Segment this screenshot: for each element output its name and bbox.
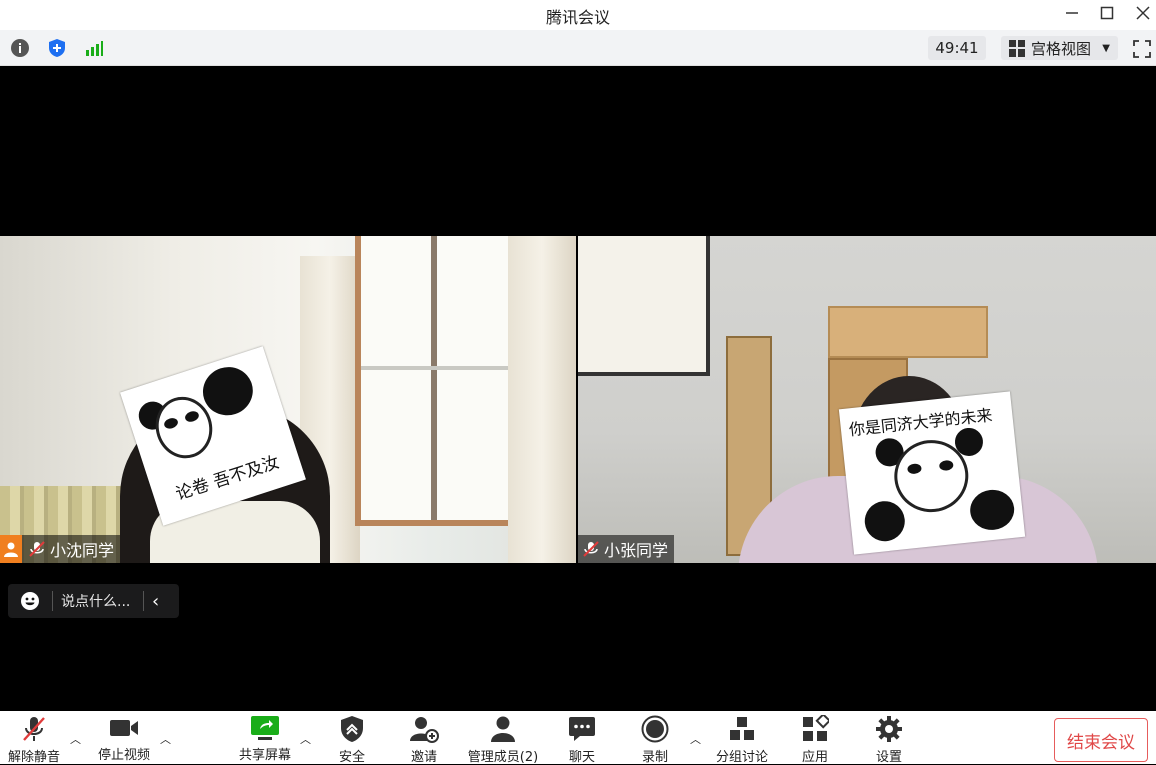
participant-name-tag: 小沈同学 bbox=[0, 535, 121, 563]
members-icon bbox=[488, 715, 518, 743]
info-icon[interactable] bbox=[9, 37, 31, 59]
manage-members-button[interactable]: 管理成员(2) bbox=[458, 715, 548, 765]
breakout-icon bbox=[727, 715, 757, 743]
record-icon bbox=[640, 715, 670, 743]
meeting-info-bar: 49:41 宫格视图 ▼ bbox=[0, 30, 1156, 66]
record-options-caret[interactable]: ︿ bbox=[690, 731, 701, 747]
maximize-button[interactable] bbox=[1089, 0, 1125, 26]
chevron-down-icon: ▼ bbox=[1102, 42, 1110, 54]
record-button[interactable]: 录制 bbox=[615, 715, 695, 765]
invite-label: 邀请 bbox=[410, 750, 437, 765]
apps-label: 应用 bbox=[801, 750, 828, 765]
shield-icon[interactable] bbox=[46, 37, 68, 59]
breakout-rooms-button[interactable]: 分组讨论 bbox=[702, 715, 782, 765]
unmute-label: 解除静音 bbox=[7, 750, 60, 765]
share-screen-label: 共享屏幕 bbox=[238, 748, 291, 763]
audio-options-caret[interactable]: ︿ bbox=[70, 731, 81, 747]
apps-icon bbox=[800, 715, 830, 743]
mic-muted-icon bbox=[19, 715, 49, 743]
window-title: 腾讯会议 bbox=[545, 8, 610, 27]
unmute-button[interactable]: 解除静音 bbox=[0, 715, 74, 765]
security-button[interactable]: 安全 bbox=[312, 715, 392, 765]
invite-button[interactable]: 邀请 bbox=[384, 715, 464, 765]
emoji-icon[interactable] bbox=[20, 591, 40, 611]
stop-video-label: 停止视频 bbox=[97, 748, 150, 763]
close-icon bbox=[1136, 6, 1150, 20]
mic-muted-icon bbox=[29, 541, 45, 557]
share-screen-button[interactable]: 共享屏幕 bbox=[225, 715, 305, 763]
video-options-caret[interactable]: ︿ bbox=[160, 731, 171, 747]
meeting-toolbar: 解除静音 ︿ 停止视频 ︿ 共享屏幕 ︿ 安全 邀请 管理成员(2) 聊天 录制… bbox=[0, 711, 1156, 765]
video-tile-participant-1[interactable]: 论卷 吾不及汝 小沈同学 bbox=[0, 236, 576, 563]
security-icon bbox=[337, 715, 367, 743]
chat-label: 聊天 bbox=[568, 750, 595, 765]
participant-name: 小张同学 bbox=[604, 541, 669, 560]
minimize-button[interactable] bbox=[1054, 0, 1090, 26]
signal-icon[interactable] bbox=[83, 37, 105, 59]
chat-button[interactable]: 聊天 bbox=[542, 715, 622, 765]
meeting-timer: 49:41 bbox=[928, 36, 986, 60]
security-label: 安全 bbox=[338, 750, 365, 765]
participant-name-tag: 小张同学 bbox=[578, 535, 675, 563]
calligraphy-scroll bbox=[578, 236, 710, 376]
stop-video-button[interactable]: 停止视频 bbox=[84, 715, 164, 763]
meme-sticker: 你是同济大学的未来 bbox=[838, 391, 1026, 555]
fullscreen-icon[interactable] bbox=[1132, 39, 1152, 59]
view-mode-label: 宫格视图 bbox=[1031, 39, 1092, 58]
mic-muted-icon bbox=[583, 541, 599, 557]
record-label: 录制 bbox=[641, 750, 668, 765]
video-camera-icon bbox=[109, 715, 139, 741]
manage-members-label: 管理成员(2) bbox=[467, 750, 539, 765]
host-icon bbox=[0, 535, 22, 563]
participant-name: 小沈同学 bbox=[50, 541, 115, 560]
apps-button[interactable]: 应用 bbox=[775, 715, 855, 765]
cabinet bbox=[828, 306, 988, 358]
share-screen-icon bbox=[250, 715, 280, 741]
grid-view-icon bbox=[1009, 39, 1026, 57]
share-options-caret[interactable]: ︿ bbox=[300, 731, 311, 747]
invite-icon bbox=[409, 715, 439, 743]
chevron-left-icon[interactable]: ‹ bbox=[152, 591, 159, 612]
maximize-icon bbox=[1100, 6, 1114, 20]
video-tile-participant-2[interactable]: 你是同济大学的未来 小张同学 bbox=[578, 236, 1156, 563]
settings-label: 设置 bbox=[875, 750, 902, 765]
chat-icon bbox=[567, 715, 597, 743]
curtain bbox=[508, 236, 576, 563]
title-bar: 腾讯会议 bbox=[0, 0, 1156, 30]
settings-button[interactable]: 设置 bbox=[849, 715, 929, 765]
chat-input[interactable]: 说点什么... bbox=[61, 591, 139, 611]
view-mode-dropdown[interactable]: 宫格视图 ▼ bbox=[1001, 36, 1118, 60]
settings-icon bbox=[874, 715, 904, 743]
close-button[interactable] bbox=[1125, 0, 1156, 26]
chat-input-bar[interactable]: 说点什么... ‹ bbox=[8, 584, 179, 618]
minimize-icon bbox=[1066, 12, 1078, 14]
breakout-label: 分组讨论 bbox=[715, 750, 768, 765]
end-meeting-button[interactable]: 结束会议 bbox=[1054, 718, 1148, 762]
